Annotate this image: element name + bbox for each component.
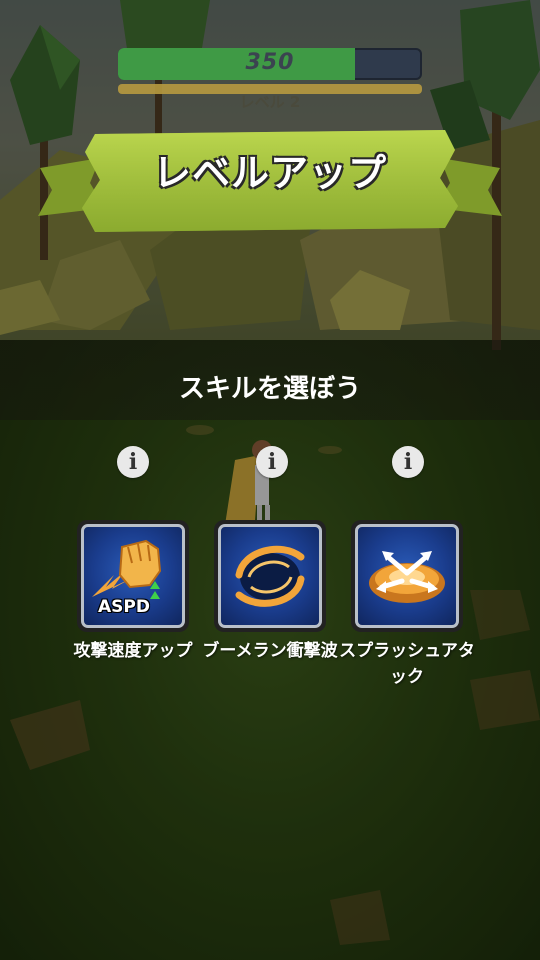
choose-skill-prompt: スキルを選ぼう: [178, 374, 361, 404]
splash-attack-icon: [355, 524, 459, 628]
skill-option-splash-attack[interactable]: スプラッシュアタック: [339, 520, 475, 690]
level-label: レベル 2: [239, 93, 301, 111]
xp-bar: 350: [118, 48, 422, 80]
skill-3-info-icon[interactable]: i: [392, 446, 424, 478]
skill-option-attack-speed[interactable]: ASPD 攻撃速度アップ: [74, 520, 193, 664]
skill-name: 攻撃速度アップ: [73, 641, 193, 661]
level-up-title: レベルアップ: [152, 151, 387, 195]
xp-value: 350: [245, 50, 295, 75]
skill-2-info-icon[interactable]: i: [256, 446, 288, 478]
skill-name: スプラッシュアタック: [339, 641, 475, 687]
aspd-badge: ASPD: [98, 597, 150, 617]
skill-name: ブーメラン衝撃波: [202, 641, 338, 661]
skill-card[interactable]: [214, 520, 326, 632]
skill-card[interactable]: [351, 520, 463, 632]
fist-speed-icon: ASPD: [81, 524, 185, 628]
boomerang-vortex-icon: [218, 524, 322, 628]
skill-option-boomerang-shockwave[interactable]: ブーメラン衝撃波: [202, 520, 338, 664]
skill-1-info-icon[interactable]: i: [117, 446, 149, 478]
skill-card[interactable]: ASPD: [77, 520, 189, 632]
